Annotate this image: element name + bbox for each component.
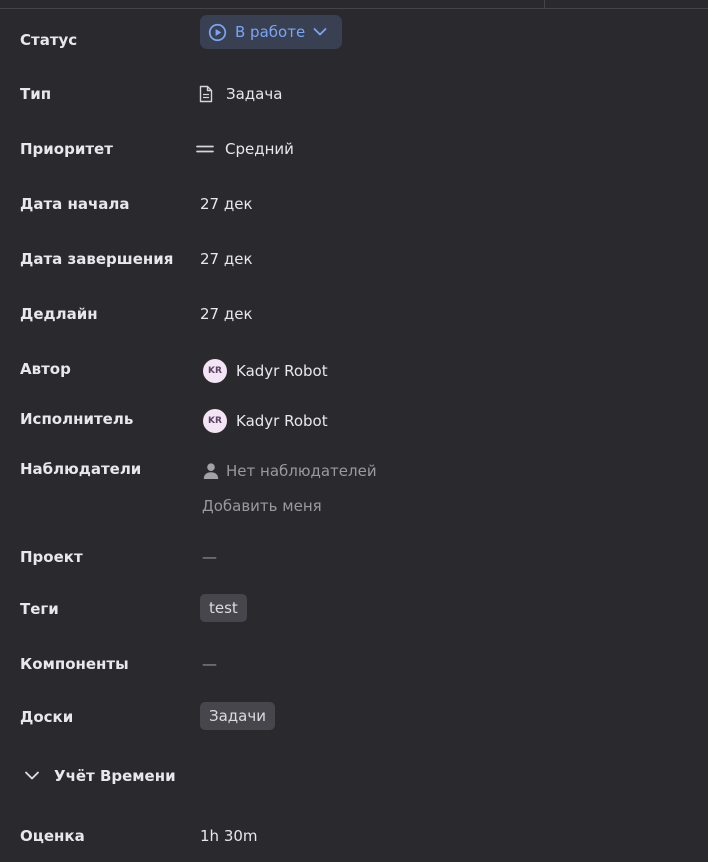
end-date-label: Дата завершения <box>20 250 174 268</box>
watchers-value-container[interactable]: Нет наблюдателей <box>200 461 377 481</box>
start-date-value[interactable]: 27 дек <box>200 194 253 214</box>
priority-value-container[interactable]: Средний <box>196 139 294 159</box>
watchers-empty-text: Нет наблюдателей <box>226 462 377 480</box>
chevron-down-icon <box>24 766 40 785</box>
tags-label: Теги <box>20 600 59 618</box>
project-value[interactable]: — <box>202 547 217 567</box>
assignee-value-container[interactable]: KR Kadyr Robot <box>200 409 328 433</box>
author-name: Kadyr Robot <box>236 362 328 380</box>
equals-icon <box>196 140 225 158</box>
author-label: Автор <box>20 360 71 378</box>
watchers-label: Наблюдатели <box>20 460 142 478</box>
start-date-label: Дата начала <box>20 195 130 213</box>
tag-chip[interactable]: test <box>200 594 247 622</box>
estimate-label: Оценка <box>20 827 85 845</box>
components-value[interactable]: — <box>202 654 217 674</box>
priority-value: Средний <box>225 140 294 158</box>
person-icon <box>200 462 226 480</box>
avatar: KR <box>203 359 227 383</box>
priority-label: Приоритет <box>20 140 113 158</box>
estimate-value[interactable]: 1h 30m <box>200 826 258 846</box>
play-circle-icon <box>208 23 227 42</box>
type-value: Задача <box>226 85 283 103</box>
status-value: В работе <box>235 23 306 41</box>
board-chip[interactable]: Задачи <box>200 702 275 730</box>
add-me-link[interactable]: Добавить меня <box>202 496 322 516</box>
document-icon <box>198 85 226 103</box>
assignee-label: Исполнитель <box>20 410 134 428</box>
type-value-container[interactable]: Задача <box>198 84 282 104</box>
boards-label: Доски <box>20 708 74 726</box>
issue-properties-panel: Статус В работе Тип Задача Приоритет Сре… <box>0 0 708 862</box>
author-value-container[interactable]: KR Kadyr Robot <box>200 359 328 383</box>
end-date-value[interactable]: 27 дек <box>200 249 253 269</box>
components-label: Компоненты <box>20 655 129 673</box>
project-label: Проект <box>20 548 83 566</box>
avatar: KR <box>203 409 227 433</box>
deadline-label: Дедлайн <box>20 305 98 323</box>
time-tracking-title: Учёт Времени <box>54 766 176 785</box>
assignee-name: Kadyr Robot <box>236 412 328 430</box>
status-dropdown-button[interactable]: В работе <box>200 15 342 49</box>
type-label: Тип <box>20 85 52 103</box>
time-tracking-section-toggle[interactable]: Учёт Времени <box>24 766 176 785</box>
status-label: Статус <box>20 31 78 49</box>
deadline-value[interactable]: 27 дек <box>200 304 253 324</box>
chevron-down-icon <box>313 27 327 37</box>
